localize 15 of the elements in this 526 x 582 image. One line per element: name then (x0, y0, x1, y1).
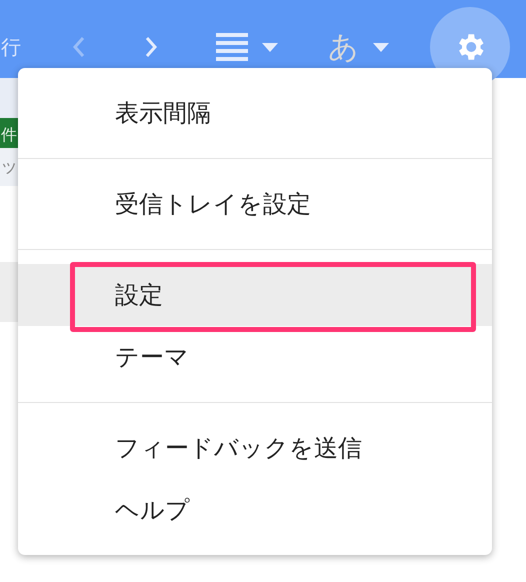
menu-item[interactable]: フィードバックを送信 (18, 417, 492, 479)
menu-item[interactable]: テーマ (18, 326, 492, 388)
menu-item[interactable]: ヘルプ (18, 479, 492, 541)
menu-item[interactable]: 表示間隔 (18, 82, 492, 144)
caret-icon (373, 42, 389, 52)
chevron-left-icon (71, 35, 87, 59)
caret-icon (262, 42, 278, 52)
page-header-strip (0, 78, 18, 118)
page-row: ッ (0, 148, 18, 186)
highlighted-row (0, 262, 18, 322)
menu-item[interactable]: 受信トレイを設定 (18, 173, 492, 235)
count-badge: 件 (0, 118, 18, 148)
list-icon (216, 32, 248, 62)
toolbar-label: 行 (1, 34, 22, 60)
chevron-right-icon (143, 35, 159, 59)
